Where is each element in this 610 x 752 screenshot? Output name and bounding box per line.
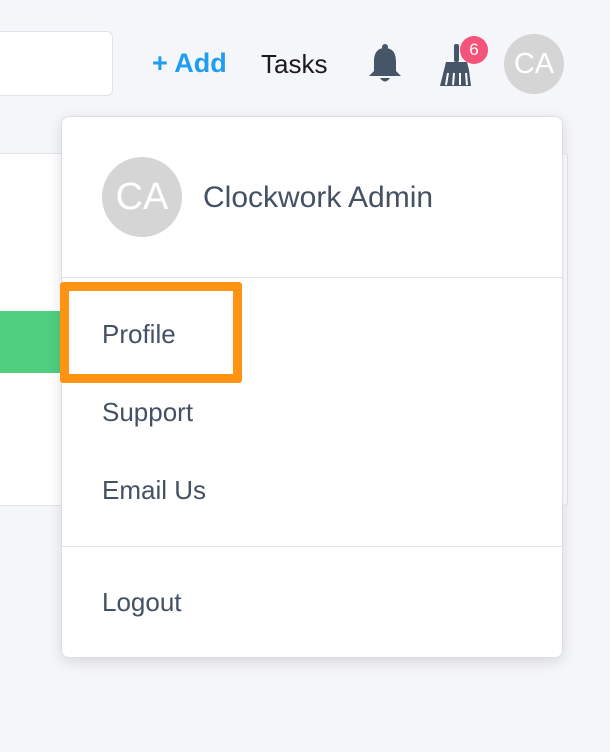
user-avatar-button[interactable]: CA — [504, 34, 564, 94]
notification-badge: 6 — [460, 36, 488, 64]
menu-divider — [62, 546, 562, 547]
add-button[interactable]: + Add — [152, 46, 227, 80]
menu-item-logout[interactable]: Logout — [102, 585, 182, 619]
page: + Add Tasks 6 CA CA Clockwork Admin Prof… — [0, 0, 610, 752]
menu-item-email-us[interactable]: Email Us — [102, 473, 206, 507]
search-input[interactable] — [0, 31, 113, 96]
profile-highlight-box — [60, 282, 242, 383]
dropdown-user-name: Clockwork Admin — [203, 181, 434, 214]
notifications-button[interactable] — [366, 43, 404, 85]
dropdown-avatar: CA — [102, 157, 182, 237]
bell-icon — [369, 44, 401, 82]
tasks-link[interactable]: Tasks — [261, 47, 327, 81]
background-progress-bar — [0, 311, 64, 373]
menu-divider — [62, 277, 562, 278]
menu-item-support[interactable]: Support — [102, 395, 193, 429]
user-dropdown-menu: CA Clockwork Admin Profile Support Email… — [61, 116, 563, 658]
